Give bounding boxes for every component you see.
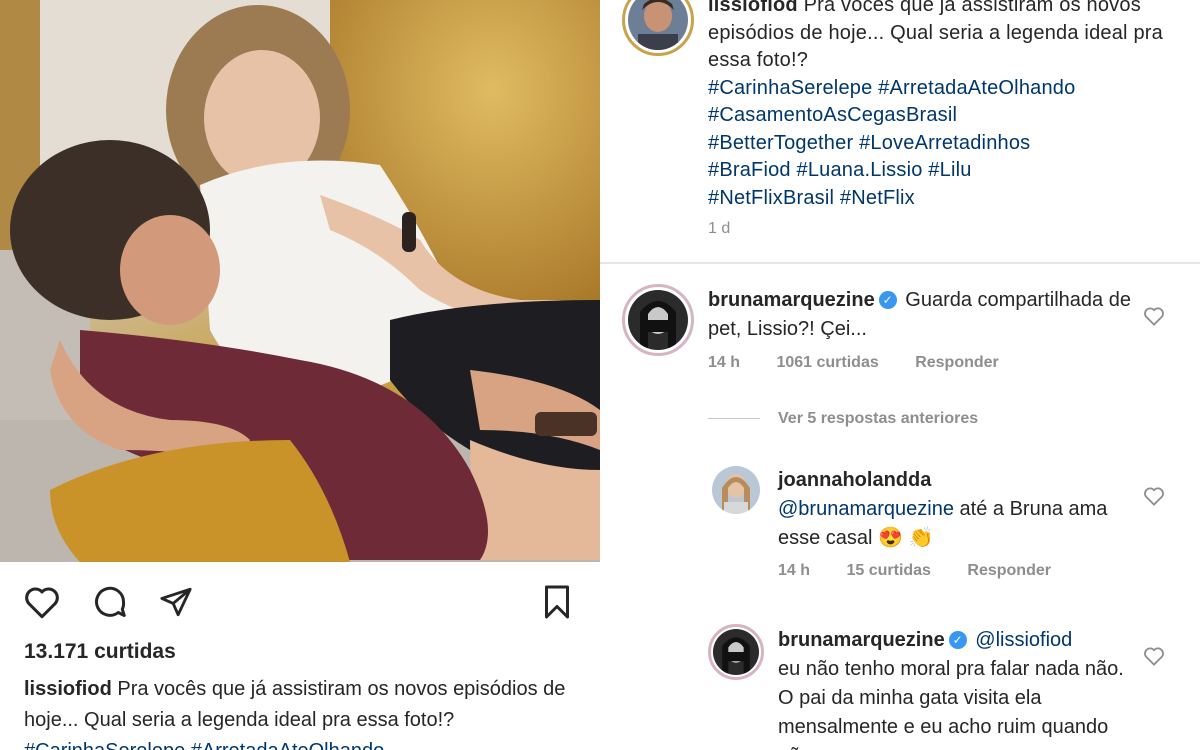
comment-icon[interactable] bbox=[90, 582, 130, 622]
post-panel: 13.171 curtidas lissiofiod Pra vocês que… bbox=[0, 0, 600, 750]
caption-hashtags[interactable]: #CarinhaSerelepe #ArretadaAteOlhando bbox=[24, 740, 384, 750]
caption-username[interactable]: lissiofiod bbox=[24, 678, 112, 700]
post-caption: lissiofiod Pra vocês que já assistiram o… bbox=[24, 674, 580, 750]
post-photo[interactable] bbox=[0, 0, 600, 562]
post-likes-count[interactable]: 13.171 curtidas bbox=[24, 640, 176, 664]
verified-badge-icon: ✓ bbox=[878, 291, 897, 309]
post-photo-illustration bbox=[0, 0, 600, 562]
hashtag-line[interactable]: #BetterTogether #LoveArretadinhos bbox=[708, 130, 1178, 158]
replies-line bbox=[708, 418, 760, 420]
commenter-avatar[interactable] bbox=[712, 466, 760, 514]
heart-icon[interactable] bbox=[22, 582, 62, 622]
comment-meta: 14 h 15 curtidas Responder bbox=[778, 562, 1083, 580]
comment-username[interactable]: bruna­marquezine bbox=[708, 289, 875, 311]
comment-likes[interactable]: 15 curtidas bbox=[846, 562, 930, 579]
divider bbox=[600, 262, 1200, 264]
hashtag-line[interactable]: #CasamentoAsCegasBrasil bbox=[708, 102, 1178, 130]
send-icon[interactable] bbox=[156, 582, 196, 622]
comment-username[interactable]: brunamarquezine bbox=[778, 629, 945, 651]
comment-item: bruna­marquezine ✓ Guarda compartilhada d… bbox=[708, 286, 1148, 344]
hashtag-line[interactable]: #CarinhaSerelepe #ArretadaAteOlhando bbox=[708, 75, 1178, 103]
comment-like-heart-icon[interactable] bbox=[1143, 646, 1165, 668]
comment-likes[interactable]: 1061 curtidas bbox=[776, 354, 878, 371]
post-caption-full: lissiofiod Pra vocês que já assistiram o… bbox=[708, 0, 1178, 212]
comment-item: brunamarquezine ✓ @lissiofiod eu não tenh… bbox=[778, 626, 1138, 750]
comment-like-heart-icon[interactable] bbox=[1143, 486, 1165, 508]
comment-emoji: 😍 👏 bbox=[878, 527, 934, 549]
author-avatar[interactable] bbox=[622, 0, 694, 56]
bookmark-icon[interactable] bbox=[537, 582, 577, 622]
hashtag-line[interactable]: #NetFlixBrasil #NetFlix bbox=[708, 185, 1178, 213]
commenter-avatar[interactable] bbox=[622, 284, 694, 356]
verified-badge-icon: ✓ bbox=[948, 631, 967, 649]
post-age: 1 d bbox=[708, 220, 731, 237]
comment-text: eu não tenho moral pra falar nada não. O… bbox=[778, 658, 1124, 750]
comment-mention[interactable]: @lissiofiod bbox=[975, 629, 1072, 651]
post-actions-bar bbox=[0, 562, 600, 638]
comment-like-heart-icon[interactable] bbox=[1143, 306, 1165, 328]
comment-item: joannaholandda @brunamarquezine até a Br… bbox=[778, 466, 1138, 553]
post-author-username[interactable]: lissiofiod bbox=[708, 0, 798, 16]
comment-username[interactable]: joannaholandda bbox=[778, 469, 931, 491]
comment-time: 14 h bbox=[708, 354, 741, 371]
view-replies-text[interactable]: Ver 5 respostas anteriores bbox=[778, 410, 978, 427]
reply-button[interactable]: Responder bbox=[967, 562, 1051, 579]
comments-panel: lissiofiod Pra vocês que já assistiram o… bbox=[600, 0, 1200, 750]
hashtag-line[interactable]: #BraFiod #Luana.Lissio #Lilu bbox=[708, 157, 1178, 185]
commenter-avatar[interactable] bbox=[708, 624, 764, 680]
reply-button[interactable]: Responder bbox=[915, 354, 999, 371]
comment-meta: 14 h 1061 curtidas Responder bbox=[708, 354, 1031, 372]
comment-mention[interactable]: @brunamarquezine bbox=[778, 498, 954, 520]
comment-time: 14 h bbox=[778, 562, 811, 579]
view-replies-link[interactable]: Ver 5 respostas anteriores bbox=[708, 410, 978, 428]
